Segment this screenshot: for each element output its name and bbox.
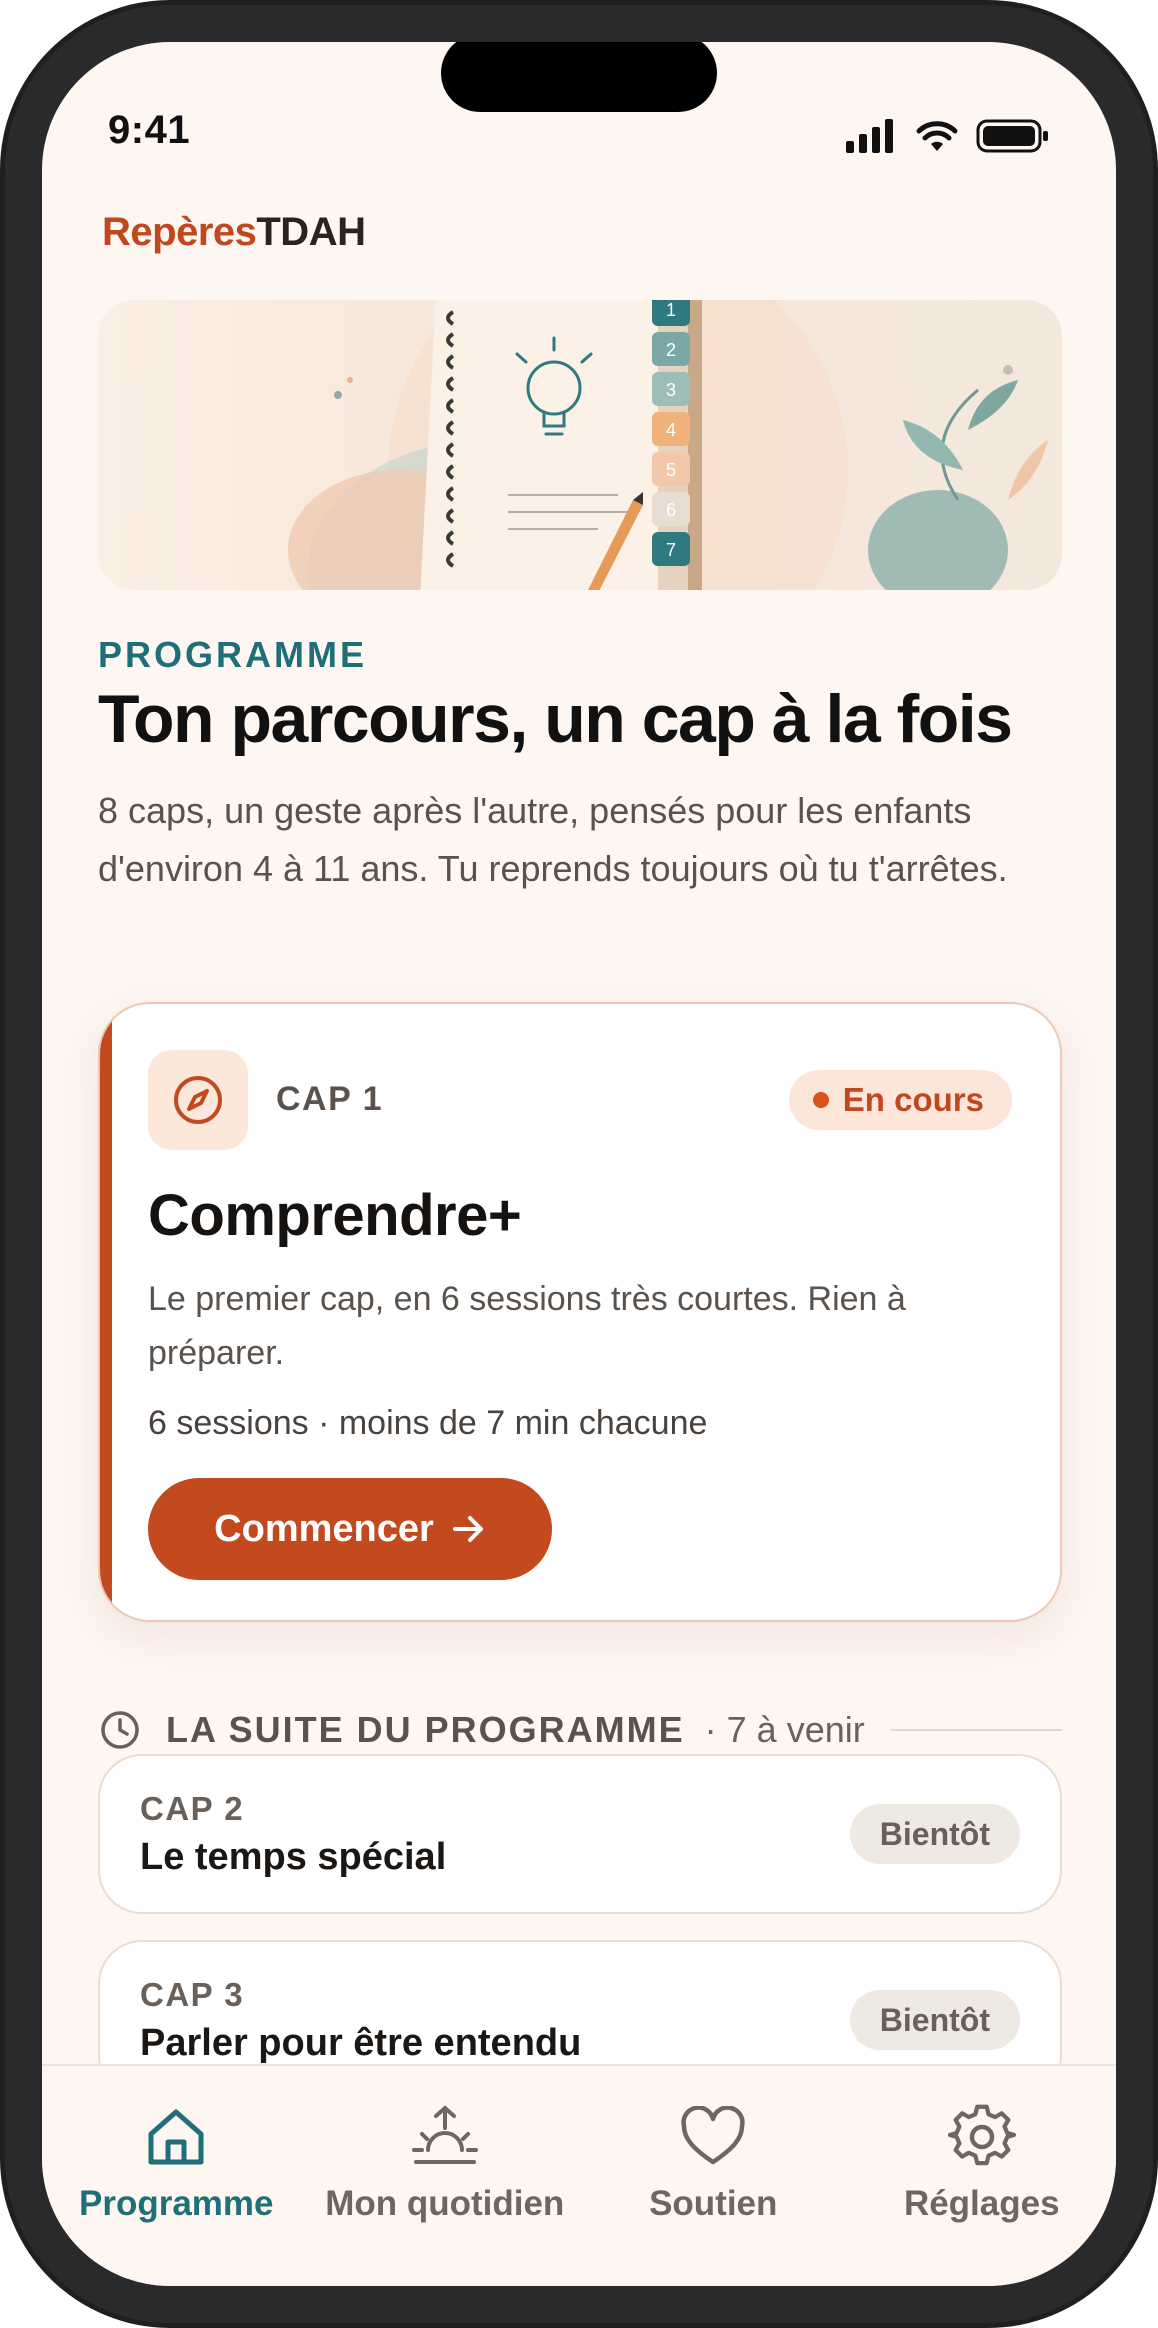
page-title: Ton parcours, un cap à la fois — [98, 681, 1013, 757]
dynamic-island — [441, 42, 717, 112]
section-kicker: PROGRAMME — [98, 634, 367, 675]
tab-label: Soutien — [649, 2184, 778, 2223]
brand-part-1: Repères — [102, 210, 257, 254]
sunrise-icon — [411, 2105, 478, 2164]
bottom-tab-bar: Programme Mon quotidien Soutien Réglages — [42, 2064, 1116, 2286]
cap-title: Comprendre+ — [148, 1183, 522, 1248]
step-tab-number: 7 — [666, 540, 676, 560]
heart-icon — [681, 2106, 745, 2165]
step-tab-number: 6 — [666, 500, 676, 520]
step-tab-number: 1 — [666, 300, 676, 320]
step-tab-number: 4 — [666, 420, 676, 440]
tab-programme[interactable]: Programme — [42, 2066, 311, 2226]
cap-icon-tile — [148, 1050, 248, 1150]
current-cap-card[interactable]: CAP 1 En cours Comprendre+ Le premier ca… — [98, 1002, 1062, 1622]
step-tab-number: 5 — [666, 460, 676, 480]
upcoming-cap-card[interactable]: CAP 3 Parler pour être entendu Bientôt — [98, 1940, 1062, 2064]
step-tab-number: 3 — [666, 380, 676, 400]
tab-soutien[interactable]: Soutien — [579, 2066, 848, 2226]
tab-label: Mon quotidien — [325, 2184, 565, 2223]
gear-icon — [947, 2104, 1016, 2166]
program-intro: 8 caps, un geste après l'autre, pensés p… — [98, 790, 1008, 889]
scroll-content[interactable]: RepèresTDAH 1 2 3 4 5 6 7 PROGRAMME Ton … — [42, 42, 1116, 2064]
tab-label: Programme — [78, 2184, 274, 2223]
step-tab-number: 2 — [666, 340, 676, 360]
start-button[interactable]: Commencer — [148, 1478, 552, 1580]
tab-mon-quotidien[interactable]: Mon quotidien — [311, 2066, 580, 2226]
tab-label: Réglages — [903, 2184, 1060, 2223]
cap-meta: 6 sessions · moins de 7 min chacune — [148, 1404, 708, 1442]
tab-reglages[interactable]: Réglages — [848, 2066, 1117, 2226]
upcoming-cap-number: CAP 3 — [140, 1976, 245, 2013]
cap-description: Le premier cap, en 6 sessions très court… — [148, 1280, 906, 1372]
notebook-illustration: 1 2 3 4 5 6 7 — [288, 300, 1048, 590]
card-accent-bar — [100, 1004, 112, 1620]
app-screen: 9:41 RepèresTDAH 1 2 3 4 5 6 7 PROGRAMME… — [42, 42, 1116, 2286]
status-badge: En cours — [788, 1070, 1012, 1130]
cap-number: CAP 1 — [276, 1080, 384, 1118]
clock-icon — [101, 1711, 139, 1749]
brand-part-2: TDAH — [256, 210, 366, 254]
upcoming-section-header: LA SUITE DU PROGRAMME · 7 à venir — [98, 1708, 1062, 1752]
brand-logo: RepèresTDAH — [102, 210, 366, 255]
status-dot — [812, 1092, 829, 1108]
upcoming-cap-card[interactable]: CAP 2 Le temps spécial Bientôt — [98, 1754, 1062, 1914]
soon-badge: Bientôt — [849, 1990, 1020, 2050]
start-button-label: Commencer — [214, 1507, 434, 1550]
soon-badge: Bientôt — [849, 1804, 1020, 1864]
upcoming-cap-title: Parler pour être entendu — [140, 2022, 582, 2064]
upcoming-section-title: LA SUITE DU PROGRAMME — [166, 1709, 685, 1750]
compass-icon — [174, 1076, 222, 1124]
phone-frame: 9:41 RepèresTDAH 1 2 3 4 5 6 7 PROGRAMME… — [0, 0, 1158, 2328]
upcoming-cap-number: CAP 2 — [140, 1790, 245, 1827]
upcoming-count: · 7 à venir — [704, 1709, 865, 1750]
arrow-right-icon — [452, 1516, 483, 1542]
status-badge-label: En cours — [842, 1081, 984, 1118]
section-divider — [890, 1729, 1062, 1731]
upcoming-cap-title: Le temps spécial — [140, 1836, 447, 1878]
hero-illustration: 1 2 3 4 5 6 7 — [98, 300, 1062, 590]
home-icon — [148, 2109, 204, 2165]
